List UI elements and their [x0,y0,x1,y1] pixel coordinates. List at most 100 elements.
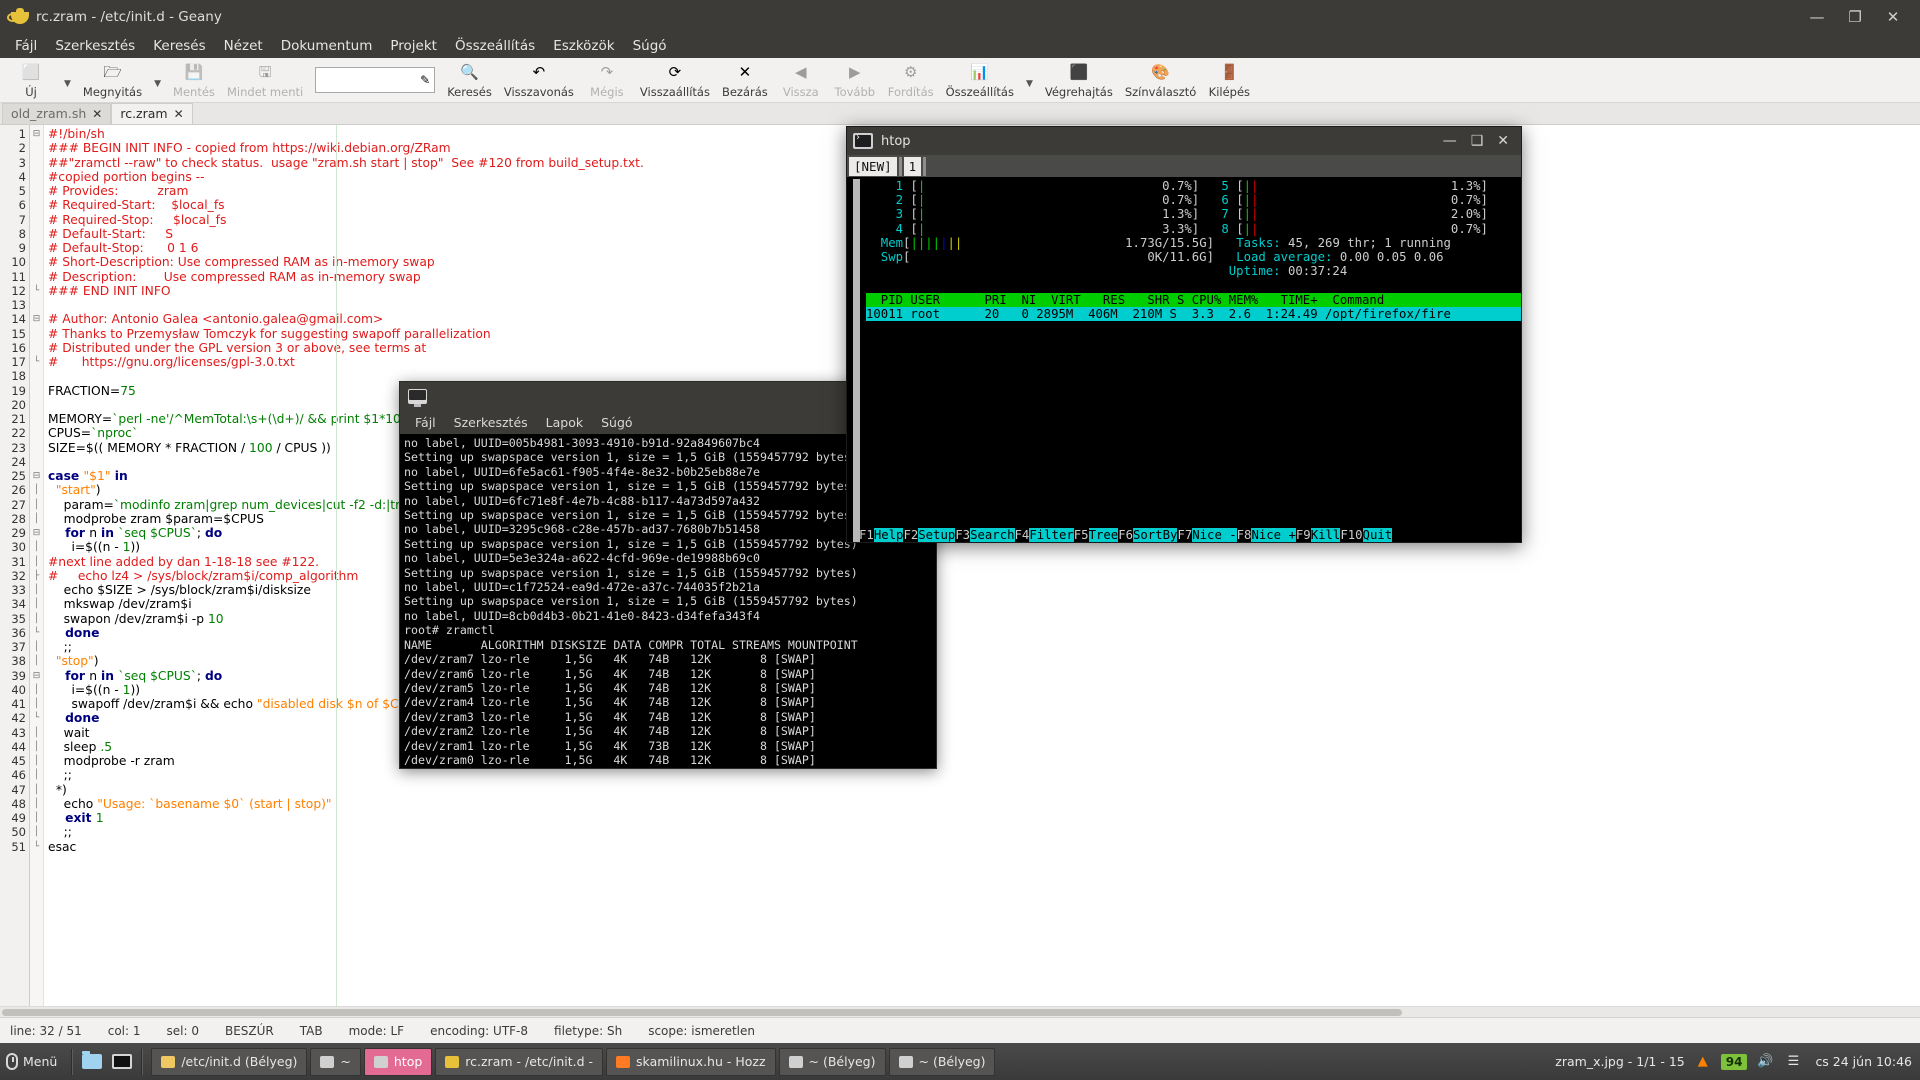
function-key-number[interactable]: F10 [1340,528,1362,542]
fold-marker[interactable]: │ [30,612,43,626]
fold-marker[interactable]: │ [30,783,43,797]
fold-marker[interactable]: │ [30,640,43,654]
toolbar-redo[interactable]: ↷ Mégis [580,58,634,102]
menu-item-projekt[interactable]: Projekt [381,36,446,56]
toolbar-save[interactable]: 💾 Mentés [167,58,221,102]
code-line[interactable]: ;; [48,768,1920,782]
code-line[interactable]: *) [48,783,1920,797]
taskbar-task-button[interactable]: ~ (Bélyeg) [778,1047,886,1076]
code-line[interactable]: wait [48,726,1920,740]
network-icon[interactable]: ☰ [1783,1052,1803,1072]
fold-marker[interactable]: ⊟ [30,526,43,540]
function-key-number[interactable]: F5 [1074,528,1089,542]
code-line[interactable]: done [48,626,1920,640]
function-key-label[interactable]: Tree [1088,527,1119,542]
function-key-number[interactable]: F9 [1296,528,1311,542]
code-line[interactable]: echo $SIZE > /sys/block/zram$i/disksize [48,583,1920,597]
toolbar-new-document[interactable]: ⬜ Új [4,58,58,102]
speaker-icon[interactable]: 🔊 [1755,1052,1775,1072]
code-line[interactable]: done [48,711,1920,725]
table-row[interactable]: 9088 root 20 0 5452 3776 3136 R 0.0 0.0 … [866,506,1521,520]
table-row[interactable]: 10453 root 20 0 2499M 194M 118M S 0.0 1.… [866,491,1521,505]
function-key-label[interactable]: Nice + [1251,527,1296,542]
taskbar-task-button[interactable]: htop [363,1047,433,1076]
battery-indicator[interactable]: 94 [1720,1053,1748,1070]
fold-marker[interactable]: │ [30,740,43,754]
toolbar-compile[interactable]: ⚙ Fordítás [882,58,940,102]
function-key-number[interactable]: F3 [955,528,970,542]
clock[interactable]: cs 24 jún 10:46 [1811,1054,1912,1069]
toolbar-run[interactable]: ⬛ Végrehajtás [1039,58,1119,102]
taskbar-task-button[interactable]: skamilinux.hu - Hozz [606,1047,776,1076]
table-row[interactable]: 10384 root 20 0 2895M 406M 210M S 0.7 2.… [866,364,1521,378]
fold-marker[interactable] [30,327,43,341]
function-key-number[interactable]: F2 [903,528,918,542]
fold-marker[interactable] [30,341,43,355]
document-tab[interactable]: old_zram.sh ✕ [2,103,112,124]
fold-marker[interactable] [30,184,43,198]
start-menu-button[interactable]: Menü [0,1043,67,1080]
table-row[interactable]: 10414 root 20 0 2895M 406M 210M S 0.7 2.… [866,378,1521,392]
function-key-label[interactable]: Nice - [1192,527,1237,542]
function-key-label[interactable]: Filter [1029,527,1074,542]
fold-marker[interactable]: │ [30,683,43,697]
fold-marker[interactable]: │ [30,825,43,839]
toolbar-forward-arrow[interactable]: ▶ Tovább [828,58,882,102]
code-line[interactable]: ;; [48,825,1920,839]
toolbar-build[interactable]: 📊 Összeállítás [940,58,1020,102]
table-row[interactable]: 10442 root 20 0 2499M 194M 118M S 1.3 1.… [866,349,1521,363]
fold-marker[interactable]: │ [30,483,43,497]
code-line[interactable]: #next line added by dan 1-18-18 see #122… [48,555,1920,569]
htop-content[interactable]: 1 [| 0.7%] 5 [|| 1.3%] 2 [| 0.7%] 6 [|| … [847,177,1521,542]
fold-marker[interactable] [30,198,43,212]
fold-marker[interactable] [30,426,43,440]
code-line[interactable]: modprobe -r zram [48,754,1920,768]
fold-marker[interactable]: ⊟ [30,469,43,483]
htop-scrollbar[interactable] [853,179,860,542]
toolbar-open-folder[interactable]: 🗁 Megnyitás [77,58,148,102]
fold-marker[interactable]: ⊟ [30,312,43,326]
vlc-cone-icon[interactable]: ▲ [1693,1052,1713,1072]
function-key-label[interactable]: Quit [1362,527,1393,542]
toolbar-undo[interactable]: ↶ Visszavonás [498,58,580,102]
fold-marker[interactable]: │ [30,768,43,782]
fold-marker[interactable]: │ [30,555,43,569]
file-manager-launcher[interactable] [77,1048,107,1076]
code-line[interactable]: esac [48,840,1920,854]
menu-item-fjl[interactable]: Fájl [6,36,46,56]
code-line[interactable]: swapoff /dev/zram$i && echo "disabled di… [48,697,1920,711]
fold-marker[interactable]: │ [30,726,43,740]
toolbar-save-all[interactable]: 🖫 Mindet menti [221,58,309,102]
function-key-label[interactable]: SortBy [1133,527,1178,542]
fold-marker[interactable]: │ [30,754,43,768]
menu-item-keress[interactable]: Keresés [144,36,214,56]
menu-item-sg[interactable]: Súgó [624,36,676,56]
table-row[interactable]: 9193 root 20 0 542M 56096 36756 S 0.7 0.… [866,392,1521,406]
function-key-number[interactable]: F1 [859,528,874,542]
fold-marker[interactable]: │ [30,498,43,512]
table-row[interactable]: 7059 root 19 -1 894M 128M 89484 S 0.0 0.… [866,477,1521,491]
fold-marker[interactable]: │ [30,597,43,611]
toolbar-color-picker[interactable]: 🎨 Színválasztó [1119,58,1203,102]
table-row[interactable]: 10458 root 20 0 2499M 194M 118M S 0.7 1.… [866,435,1521,449]
code-line[interactable]: echo "Usage: `basename $0` (start | stop… [48,797,1920,811]
chevron-down-icon[interactable]: ▼ [1020,79,1039,89]
menu-item-szerkeszts[interactable]: Szerkesztés [46,36,144,56]
fold-marker[interactable] [30,270,43,284]
editor-horizontal-scrollbar[interactable] [0,1006,1920,1017]
terminal-launcher[interactable] [107,1048,137,1076]
fold-marker[interactable]: ⊟ [30,669,43,683]
terminal-menu-item[interactable]: Fájl [406,415,445,430]
fold-marker[interactable] [30,255,43,269]
htop-terminal-tabs[interactable]: [NEW] 1 [847,155,1521,177]
maximize-icon[interactable]: ❑ [1471,133,1484,149]
chevron-down-icon[interactable]: ▼ [148,79,167,89]
fold-marker[interactable]: └ [30,711,43,725]
fold-marker[interactable]: │ [30,654,43,668]
maximize-icon[interactable]: ❐ [1844,7,1866,27]
fold-marker[interactable]: │ [30,811,43,825]
fold-marker[interactable] [30,384,43,398]
code-line[interactable]: "stop") [48,654,1920,668]
fold-marker[interactable] [30,241,43,255]
fold-marker[interactable]: ⊟ [30,127,43,141]
